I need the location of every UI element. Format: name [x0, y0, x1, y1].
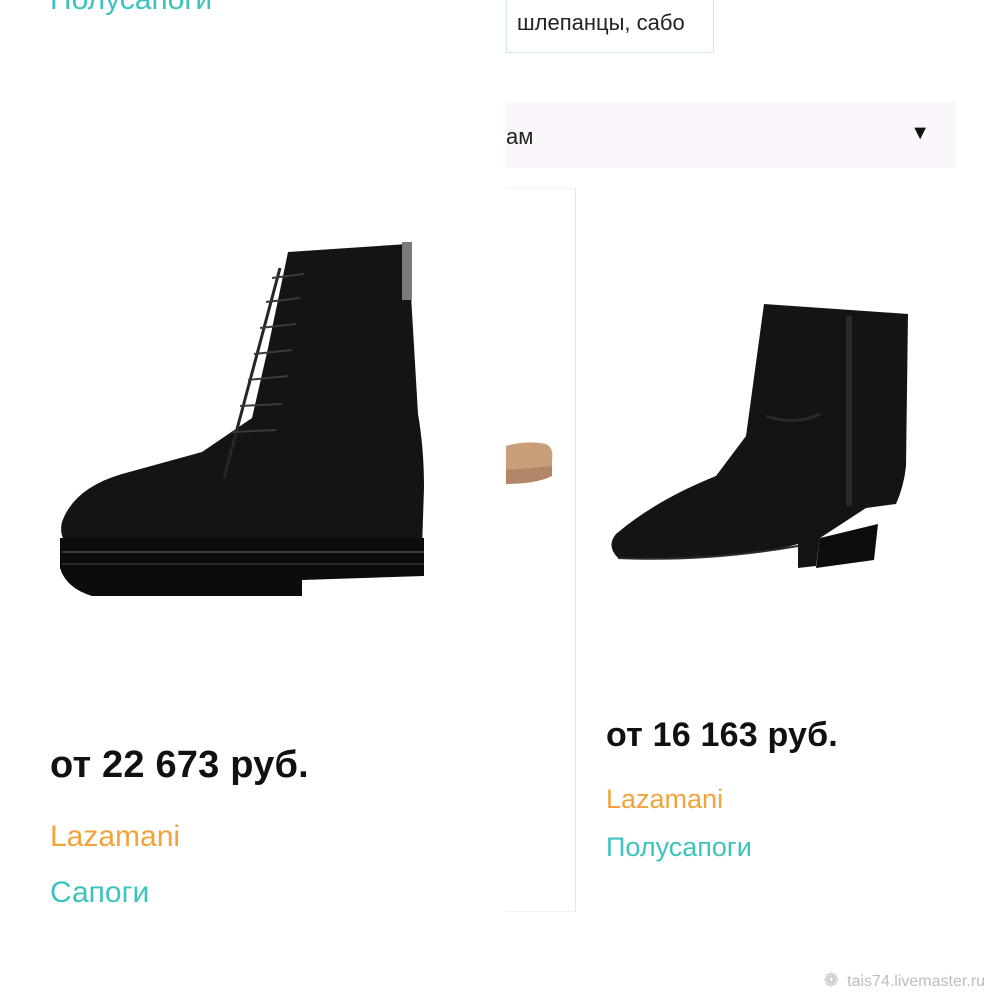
flower-icon: ❁	[823, 970, 839, 990]
product-price: от 16 163 руб.	[606, 716, 838, 754]
filter-chip[interactable]: шлепанцы, сабо	[506, 0, 714, 53]
filter-chip-label: шлепанцы, сабо	[517, 10, 685, 35]
product-card-partial[interactable]	[506, 188, 576, 912]
product-category-link[interactable]: Полусапоги	[606, 832, 752, 863]
caret-down-icon: ▼	[910, 122, 930, 144]
product-image-combat-boot[interactable]	[52, 238, 432, 608]
product-price: от 22 673 руб.	[50, 744, 309, 786]
product-image-partial[interactable]	[506, 436, 554, 486]
category-link[interactable]: Полусапоги	[50, 0, 212, 18]
sort-select[interactable]: ам ▼	[506, 102, 956, 168]
product-category-link[interactable]: Сапоги	[50, 876, 149, 910]
product-card[interactable]: Полусапоги от 22 673 руб. Lazamani Сапог…	[0, 0, 506, 999]
watermark-text: tais74.livemaster.ru	[847, 973, 985, 990]
watermark: ❁ tais74.livemaster.ru	[824, 970, 985, 991]
product-image-ankle-boot[interactable]	[606, 286, 926, 592]
sort-select-value: ам	[506, 124, 534, 149]
product-brand-link[interactable]: Lazamani	[50, 820, 180, 854]
product-brand-link[interactable]: Lazamani	[606, 784, 723, 815]
